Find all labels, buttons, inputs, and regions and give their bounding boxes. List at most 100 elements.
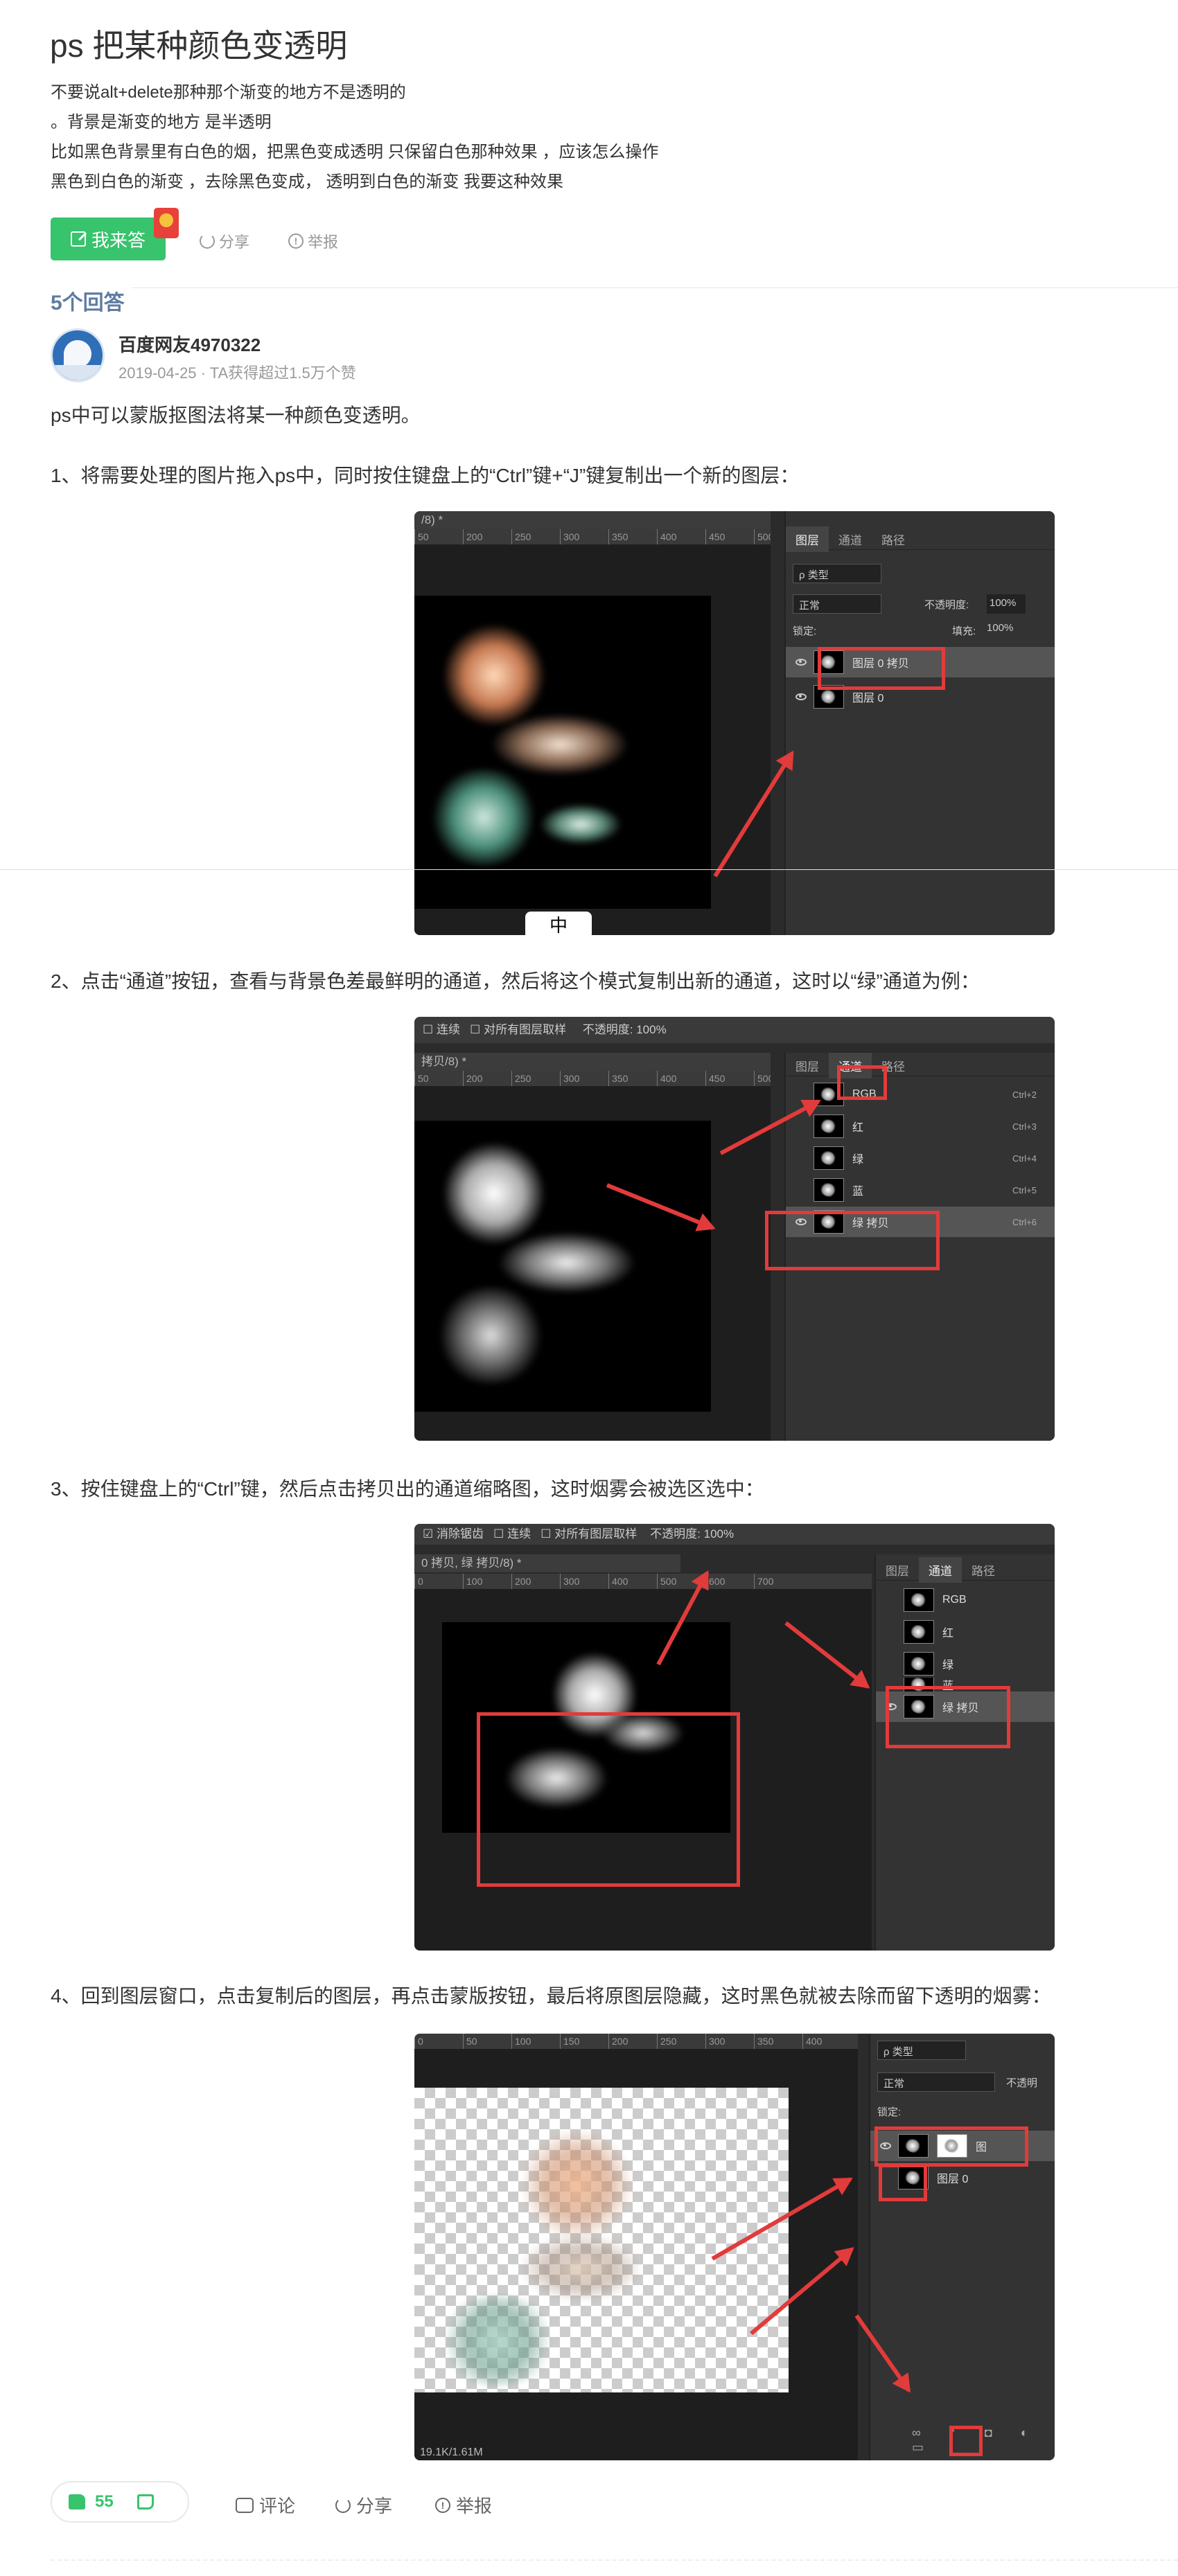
blend-mode-select[interactable]: 正常 <box>793 594 881 614</box>
channel-row[interactable]: 绿 Ctrl+4 <box>786 1143 1055 1173</box>
highlight-box <box>874 2126 1028 2167</box>
layer-kind-filter[interactable]: ρ 类型 <box>793 564 881 583</box>
thumb-down-icon[interactable] <box>137 2494 154 2510</box>
highlight-box <box>886 1686 1010 1748</box>
channel-row[interactable]: 红 Ctrl+3 <box>786 1111 1055 1142</box>
tab-layers[interactable]: 图层 <box>786 1053 829 1078</box>
comment-icon <box>236 2497 254 2513</box>
screenshot-step-3: ☑ 消除锯齿 ☐ 连续 ☐ 对所有图层取样 不透明度: 100% 0 拷贝, 绿… <box>414 1524 1055 1951</box>
question-title: ps 把某种颜色变透明 <box>50 28 348 64</box>
channel-thumbnail[interactable] <box>904 1620 934 1644</box>
options-bar: ☑ 消除锯齿 ☐ 连续 ☐ 对所有图层取样 不透明度: 100% <box>414 1524 1055 1545</box>
highlight-box <box>837 1065 887 1100</box>
ruler: 50200250300350400450500 <box>414 529 771 544</box>
description-line: 不要说alt+delete那种那个渐变的地方不是透明的 <box>51 83 406 102</box>
layers-panel: ρ 类型 正常 不透明 锁定: 图 图层 0 ∞ ƒ ◘ ◐ ▭ <box>869 2034 1055 2460</box>
visibility-eye-icon[interactable] <box>795 693 807 700</box>
tab-channels[interactable]: 通道 <box>919 1557 962 1583</box>
page-separator <box>0 869 1178 870</box>
smoke-image <box>414 1121 711 1412</box>
vote-control: 55 <box>51 2481 189 2523</box>
tab-channels[interactable]: 通道 <box>829 526 872 552</box>
tab-layers[interactable]: 图层 <box>876 1557 919 1583</box>
avatar[interactable] <box>51 328 105 382</box>
thumb-up-icon[interactable] <box>69 2494 85 2510</box>
status-bar: 19.1K/1.61M <box>420 2446 483 2458</box>
tab-paths[interactable]: 路径 <box>962 1557 1005 1583</box>
canvas-area: 19.1K/1.61M <box>414 2049 858 2460</box>
blend-mode-select[interactable]: 正常 <box>877 2072 995 2092</box>
screenshot-step-2: ☐ 连续 ☐ 对所有图层取样 不透明度: 100% 拷贝/8) * 50 200 2… <box>414 1017 1055 1441</box>
channel-row[interactable]: 蓝 Ctrl+5 <box>786 1175 1055 1205</box>
ruler: 50200250300350400450500 <box>414 1071 771 1086</box>
panel-tabs: 图层 通道 路径 <box>786 1053 1055 1078</box>
channel-thumbnail[interactable] <box>814 1114 844 1138</box>
tab-paths[interactable]: 路径 <box>872 526 915 552</box>
layer-panel-buttons[interactable]: ∞ ƒ ◘ ◐ ▭ <box>912 2426 1055 2455</box>
channel-row[interactable]: RGB <box>876 1585 1055 1615</box>
divider <box>51 2559 1178 2561</box>
like-count: 55 <box>95 2492 114 2511</box>
visibility-eye-icon[interactable] <box>795 659 807 666</box>
share-question-button[interactable]: 分享 <box>200 230 249 252</box>
lock-label: 锁定: <box>793 625 817 637</box>
answers-count: 5个回答 <box>51 285 132 316</box>
report-icon: ! <box>435 2497 450 2513</box>
red-envelope-icon[interactable] <box>154 208 179 238</box>
divider <box>50 287 1178 288</box>
answer-meta: 2019-04-25 · TA获得超过1.5万个赞 <box>118 364 356 382</box>
question-description: 不要说alt+delete那种那个渐变的地方不是透明的 。背景是渐变的地方 是半… <box>51 78 658 197</box>
channels-panel: 图层 通道 路径 RGB 红 绿 蓝 绿 拷贝 <box>874 1554 1055 1951</box>
description-line: 黑色到白色的渐变 ，去除黑色变成， 透明到白色的渐变 我要这种效果 <box>51 172 564 191</box>
channel-row[interactable]: 红 <box>876 1617 1055 1647</box>
layer-kind-filter[interactable]: ρ 类型 <box>877 2041 966 2060</box>
share-label: 分享 <box>219 233 250 251</box>
share-icon <box>200 233 215 249</box>
step-3-text: 3、按住键盘上的“Ctrl”键，然后点击拷贝出的通道缩略图，这时烟雾会被选区选中… <box>51 1478 764 1500</box>
screenshot-step-1: /8) * 50200250300350400450500 中 图层通道路径 ρ… <box>414 511 1055 935</box>
comment-label: 评论 <box>259 2496 296 2516</box>
layers-panel: 图层 通道 路径 ρ 类型 正常 不透明度: 100% 锁定: 填充: 100% 图… <box>784 511 1055 935</box>
channel-row[interactable]: 绿 <box>876 1649 1055 1679</box>
ruler: 0 100 200 300 400 500 600 700 <box>414 1574 872 1589</box>
opacity-label: 不透明 <box>1006 2077 1038 2089</box>
channel-thumbnail[interactable] <box>814 1146 844 1170</box>
ruler: 0 50 100 150 200 250 300 350 400 <box>414 2034 858 2049</box>
answer-intro: ps中可以蒙版抠图法将某一种颜色变透明。 <box>51 405 421 426</box>
channel-thumbnail[interactable] <box>904 1588 934 1612</box>
channel-thumbnail[interactable] <box>814 1178 844 1202</box>
screenshot-step-4: 0 50 100 150 200 250 300 350 400 19.1K/1.61M ρ 类… <box>414 2034 1055 2460</box>
canvas-area <box>414 1086 771 1441</box>
share-icon <box>335 2497 351 2513</box>
answer-button-label: 我来答 <box>91 229 146 251</box>
opacity-value[interactable]: 100% <box>987 594 1026 614</box>
step-2-text: 2、点击“通道”按钮，查看与背景色差最鲜明的通道，然后将这个模式复制出新的通道，… <box>51 970 980 992</box>
channel-row[interactable]: RGB Ctrl+2 <box>786 1079 1055 1110</box>
lock-label: 锁定: <box>877 2106 902 2118</box>
step-1-text: 1、将需要处理的图片拖入ps中，同时按住键盘上的“Ctrl”键+“J”键复制出一… <box>51 465 800 486</box>
tab-layers[interactable]: 图层 <box>786 526 829 552</box>
answer-button[interactable]: 我来答 <box>51 217 166 260</box>
options-bar: ☐ 连续 ☐ 对所有图层取样 不透明度: 100% <box>414 1017 1055 1043</box>
user-name[interactable]: 百度网友4970322 <box>118 331 261 357</box>
report-icon: ! <box>288 233 304 249</box>
fill-value[interactable]: 100% <box>987 622 1013 634</box>
highlight-box <box>818 647 945 690</box>
report-label: 举报 <box>308 233 339 251</box>
report-answer-button[interactable]: ! 举报 <box>435 2492 492 2518</box>
share-answer-button[interactable]: 分享 <box>335 2492 392 2518</box>
description-line: 。背景是渐变的地方 是半透明 <box>51 113 272 132</box>
document-tab: 拷贝/8) * <box>414 1053 771 1071</box>
channel-thumbnail[interactable] <box>904 1652 934 1676</box>
fill-label: 填充: <box>952 625 976 637</box>
report-label: 举报 <box>456 2496 493 2516</box>
step-4-text: 4、回到图层窗口，点击复制后的图层，再点击蒙版按钮，最后将原图层隐藏，这时黑色就… <box>51 1985 1051 2007</box>
opacity-label: 不透明度: <box>924 599 969 611</box>
comment-button[interactable]: 评论 <box>236 2492 295 2518</box>
panel-tabs: 图层 通道 路径 <box>876 1557 1055 1583</box>
highlight-box <box>765 1211 940 1270</box>
panel-tabs: 图层 通道 路径 <box>786 526 1055 552</box>
transparent-canvas <box>414 2088 789 2392</box>
layer-name: 图层 0 <box>852 693 884 704</box>
report-question-button[interactable]: ! 举报 <box>288 230 338 252</box>
